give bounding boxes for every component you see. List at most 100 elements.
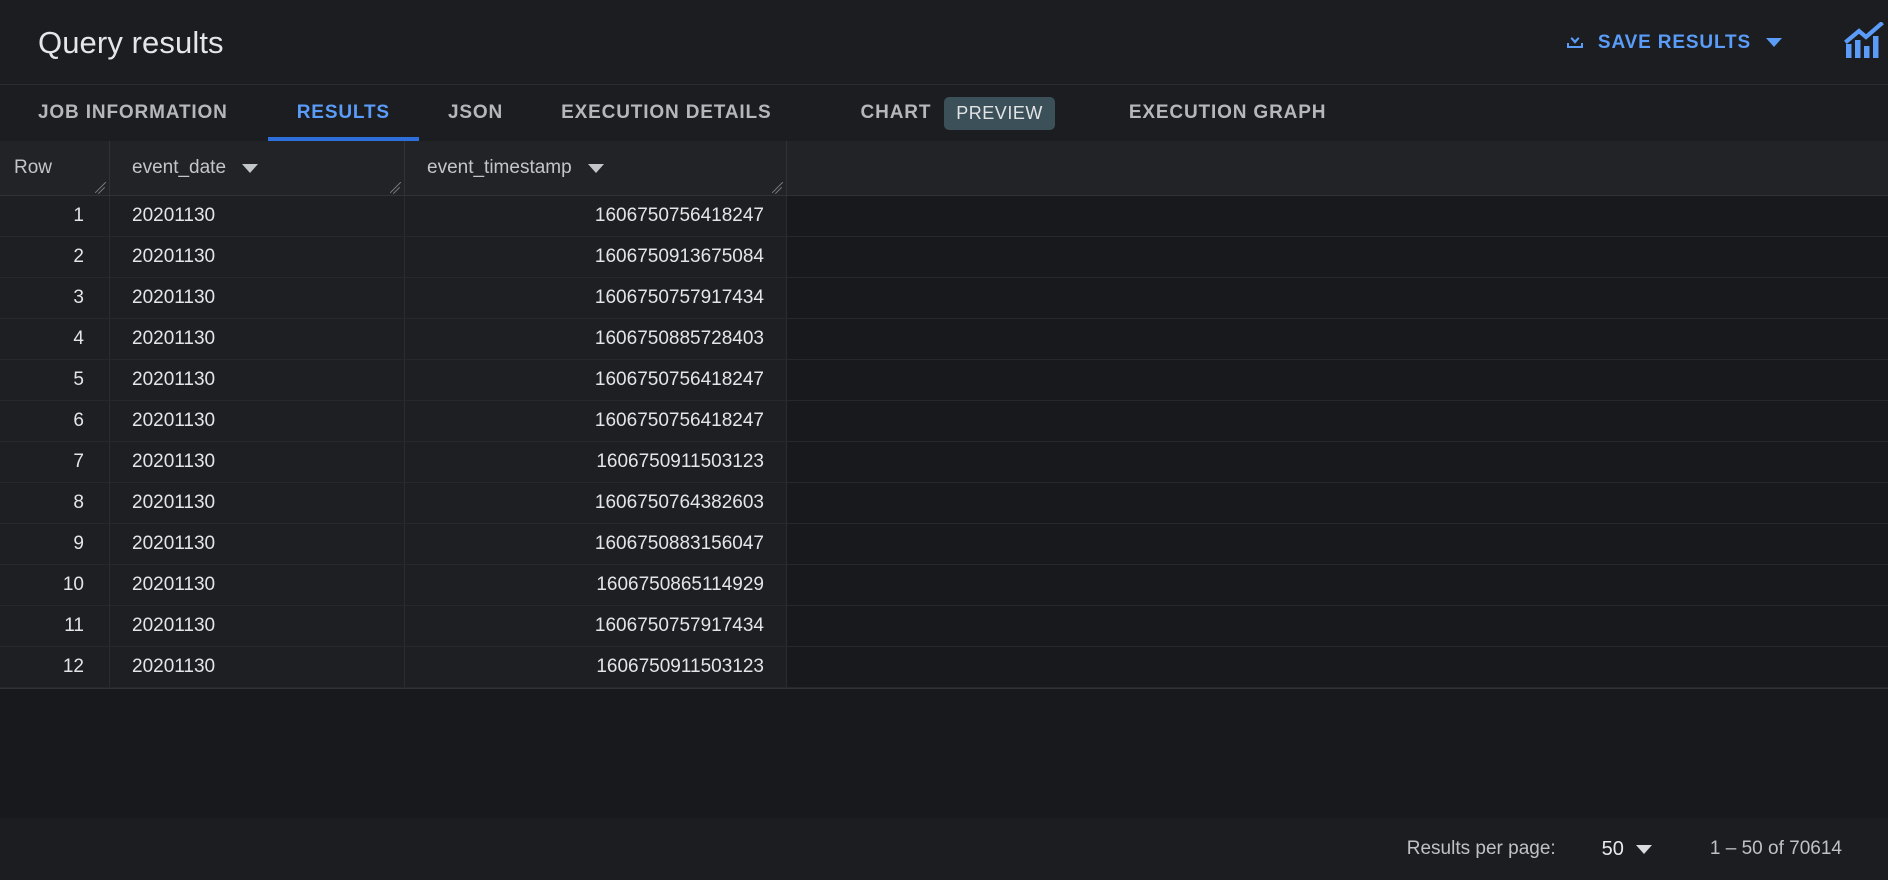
cell-event-timestamp: 1606750885728403 (405, 319, 787, 359)
cell-event-date: 20201130 (110, 565, 405, 605)
tab-json[interactable]: JSON (419, 85, 532, 141)
column-header-event-date[interactable]: event_date (110, 141, 405, 195)
cell-filler (787, 401, 1888, 441)
cell-filler (787, 606, 1888, 646)
cell-filler (787, 647, 1888, 687)
cell-filler (787, 524, 1888, 564)
cell-event-timestamp: 1606750911503123 (405, 442, 787, 482)
table-body: 1 20201130 1606750756418247 2 20201130 160675… (0, 196, 1888, 688)
cell-row-number: 2 (0, 237, 110, 277)
tab-label: JSON (447, 102, 504, 123)
chevron-down-icon[interactable] (242, 163, 259, 173)
cell-event-date: 20201130 (110, 606, 405, 646)
tab-results[interactable]: RESULTS (267, 85, 420, 141)
chevron-down-icon[interactable] (587, 163, 604, 173)
cell-event-date: 20201130 (110, 278, 405, 318)
tab-label: RESULTS (296, 102, 390, 123)
cell-row-number: 12 (0, 647, 110, 687)
pagination-bar: Results per page: 50 1 – 50 of 70614 (0, 818, 1888, 880)
cell-event-date: 20201130 (110, 647, 405, 687)
column-header-label: event_timestamp (427, 157, 572, 178)
cell-event-date: 20201130 (110, 524, 405, 564)
save-results-label: SAVE RESULTS (1597, 31, 1751, 53)
column-resize-handle[interactable] (389, 180, 402, 193)
tab-label: EXECUTION GRAPH (1128, 102, 1327, 123)
cell-event-date: 20201130 (110, 360, 405, 400)
cell-event-date: 20201130 (110, 401, 405, 441)
cell-row-number: 5 (0, 360, 110, 400)
results-per-page-label: Results per page: (1406, 838, 1556, 859)
cell-event-timestamp: 1606750913675084 (405, 237, 787, 277)
table-header-row: Row event_date event_timestamp (0, 141, 1888, 196)
cell-row-number: 3 (0, 278, 110, 318)
cell-event-date: 20201130 (110, 319, 405, 359)
table-row[interactable]: 1 20201130 1606750756418247 (0, 196, 1888, 237)
table-row[interactable]: 3 20201130 1606750757917434 (0, 278, 1888, 319)
query-results-panel: Query results SAVE RESULTS JOB INFORMATI… (0, 0, 1888, 880)
cell-event-timestamp: 1606750756418247 (405, 360, 787, 400)
cell-row-number: 4 (0, 319, 110, 359)
table-row[interactable]: 7 20201130 1606750911503123 (0, 442, 1888, 483)
column-resize-handle[interactable] (771, 180, 784, 193)
preview-badge: PREVIEW (944, 96, 1055, 130)
bar-chart-trend-icon (1844, 22, 1884, 63)
cell-event-timestamp: 1606750911503123 (405, 647, 787, 687)
cell-row-number: 11 (0, 606, 110, 646)
table-row[interactable]: 12 20201130 1606750911503123 (0, 647, 1888, 688)
tab-execution-details[interactable]: EXECUTION DETAILS (532, 85, 800, 141)
cell-event-timestamp: 1606750756418247 (405, 401, 787, 441)
column-header-label: Row (14, 157, 53, 178)
table-row[interactable]: 11 20201130 1606750757917434 (0, 606, 1888, 647)
table-row[interactable]: 4 20201130 1606750885728403 (0, 319, 1888, 360)
cell-row-number: 7 (0, 442, 110, 482)
column-header-filler (787, 141, 1888, 195)
cell-event-timestamp: 1606750756418247 (405, 196, 787, 236)
cell-filler (787, 237, 1888, 277)
table-row[interactable]: 8 20201130 1606750764382603 (0, 483, 1888, 524)
cell-filler (787, 319, 1888, 359)
results-range-label: 1 – 50 of 70614 (1709, 838, 1842, 859)
cell-row-number: 10 (0, 565, 110, 605)
cell-event-date: 20201130 (110, 483, 405, 523)
download-icon (1563, 29, 1587, 56)
column-header-event-timestamp[interactable]: event_timestamp (405, 141, 787, 195)
cell-row-number: 9 (0, 524, 110, 564)
table-row[interactable]: 5 20201130 1606750756418247 (0, 360, 1888, 401)
cell-filler (787, 360, 1888, 400)
results-per-page-select[interactable]: 50 (1602, 838, 1652, 861)
table-row[interactable]: 10 20201130 1606750865114929 (0, 565, 1888, 606)
cell-event-date: 20201130 (110, 237, 405, 277)
tab-label: CHART (860, 102, 932, 123)
cell-filler (787, 483, 1888, 523)
cell-event-timestamp: 1606750757917434 (405, 278, 787, 318)
panel-header: Query results SAVE RESULTS (0, 0, 1888, 85)
cell-filler (787, 565, 1888, 605)
cell-event-date: 20201130 (110, 442, 405, 482)
results-table: Row event_date event_timestamp 1 20201130… (0, 141, 1888, 818)
column-resize-handle[interactable] (94, 180, 107, 193)
table-row[interactable]: 9 20201130 1606750883156047 (0, 524, 1888, 565)
table-row[interactable]: 2 20201130 1606750913675084 (0, 237, 1888, 278)
tab-label: JOB INFORMATION (38, 102, 228, 123)
table-bottom-divider (0, 688, 1888, 689)
column-header-row[interactable]: Row (0, 141, 110, 195)
chevron-down-icon (1766, 38, 1782, 47)
cell-filler (787, 196, 1888, 236)
tab-bar: JOB INFORMATION RESULTS JSON EXECUTION D… (0, 85, 1888, 141)
cell-filler (787, 278, 1888, 318)
tab-job-information[interactable]: JOB INFORMATION (38, 85, 268, 141)
cell-row-number: 8 (0, 483, 110, 523)
column-header-label: event_date (132, 157, 227, 178)
table-row[interactable]: 6 20201130 1606750756418247 (0, 401, 1888, 442)
chart-view-button[interactable] (1844, 22, 1888, 63)
cell-row-number: 1 (0, 196, 110, 236)
save-results-button[interactable]: SAVE RESULTS (1557, 23, 1792, 62)
cell-filler (787, 442, 1888, 482)
tab-label: EXECUTION DETAILS (561, 102, 772, 123)
tab-chart[interactable]: CHART PREVIEW (801, 85, 1095, 141)
cell-row-number: 6 (0, 401, 110, 441)
chevron-down-icon (1635, 844, 1652, 854)
cell-event-timestamp: 1606750883156047 (405, 524, 787, 564)
cell-event-timestamp: 1606750865114929 (405, 565, 787, 605)
tab-execution-graph[interactable]: EXECUTION GRAPH (1095, 85, 1356, 141)
